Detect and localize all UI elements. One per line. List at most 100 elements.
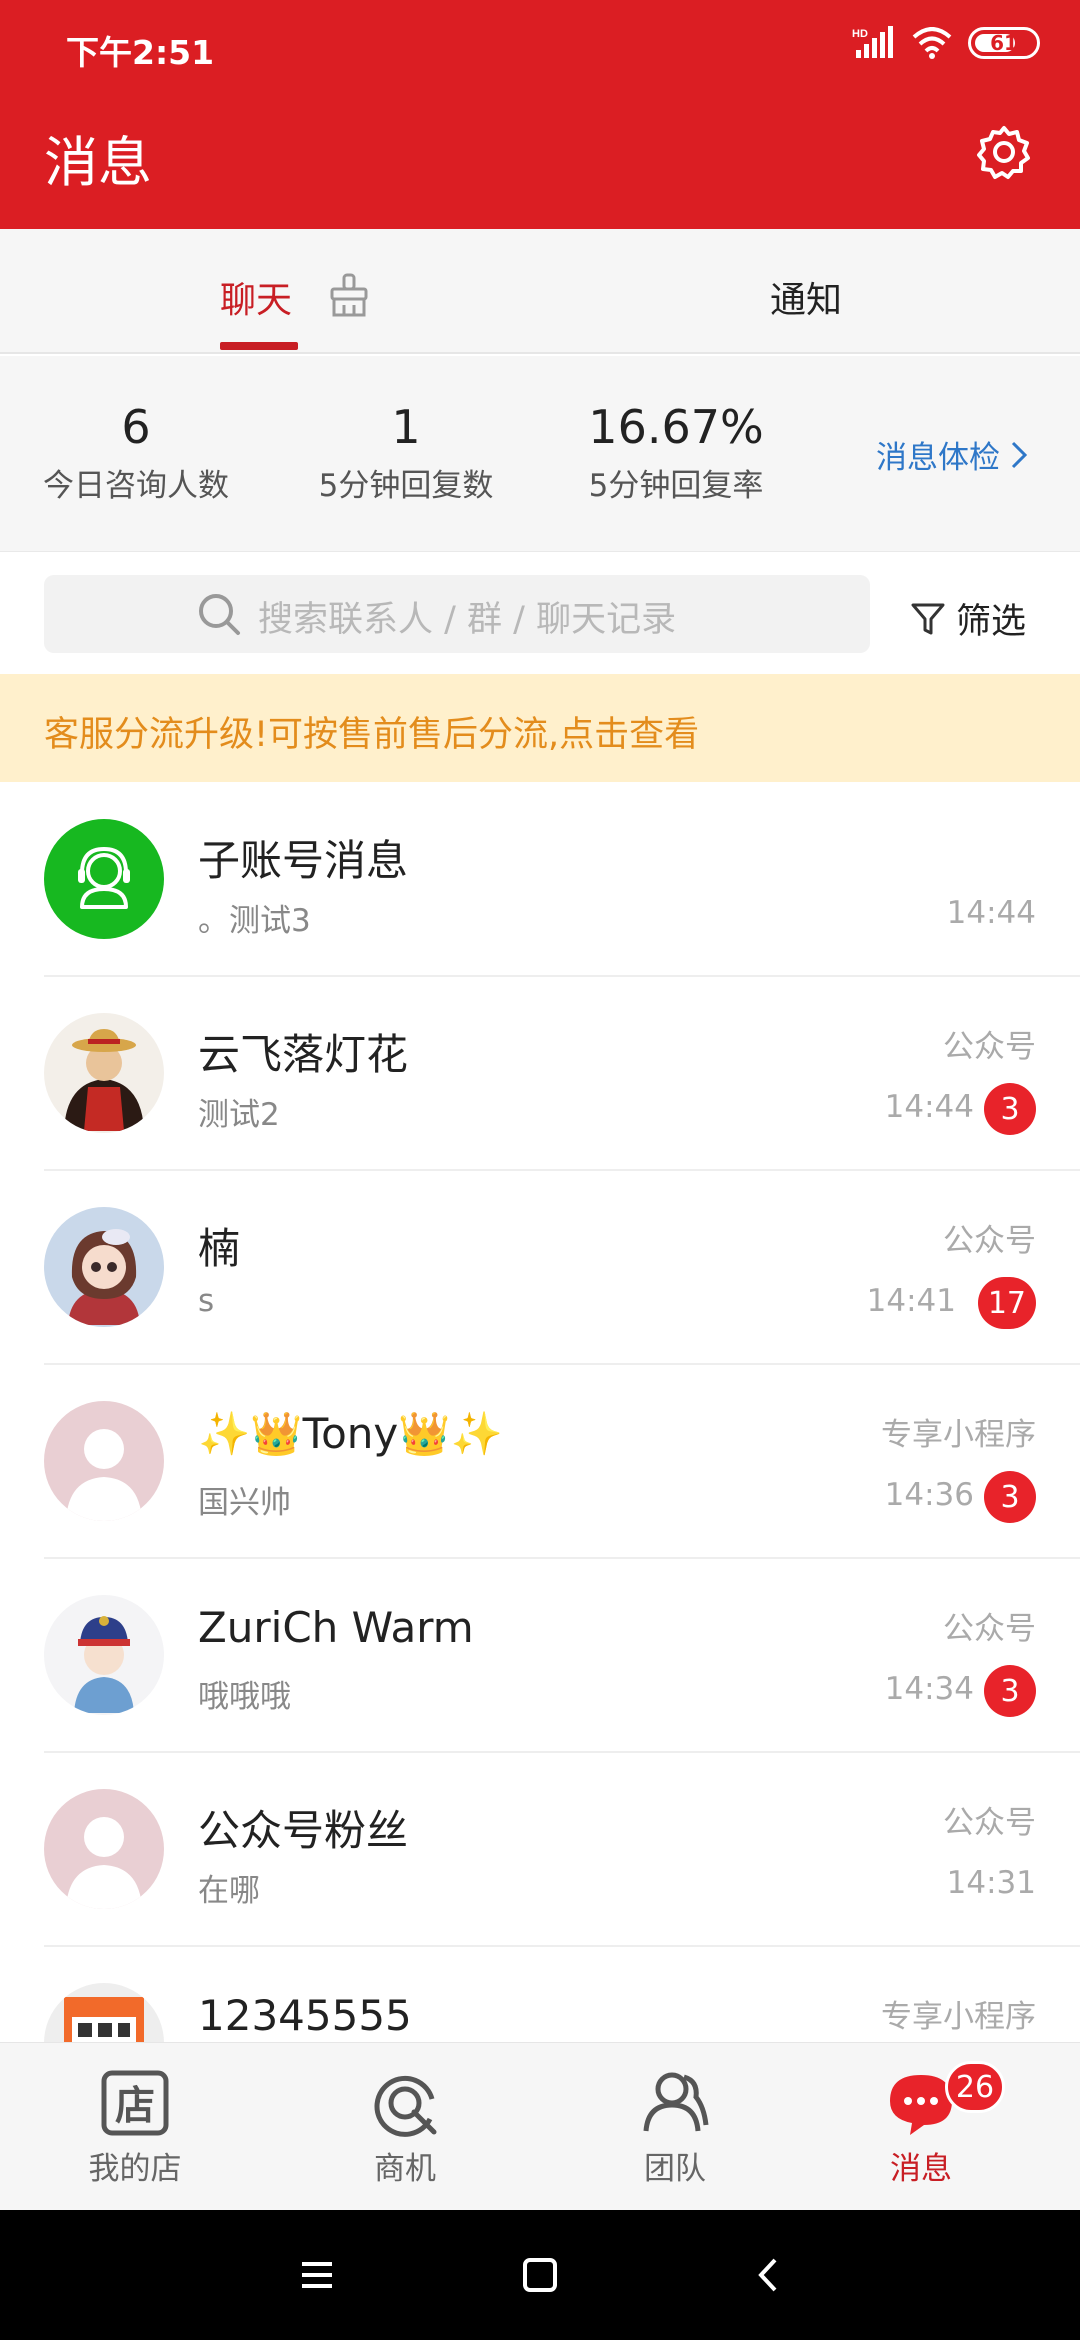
filter-icon — [911, 603, 945, 634]
team-icon — [643, 2072, 709, 2132]
nav-label: 我的店 — [88, 2151, 182, 2187]
conversation-name: ✨👑Tony👑✨ — [198, 1409, 503, 1458]
avatar — [44, 1013, 164, 1133]
unread-badge: 17 — [977, 1277, 1036, 1329]
search-input[interactable]: 搜索联系人 / 群 / 聊天记录 — [44, 575, 870, 653]
wifi-icon — [912, 27, 952, 59]
list-item[interactable]: 公众号粉丝 在哪 公众号 14:31 — [0, 1753, 1080, 1947]
source-tag: 公众号 — [943, 1029, 1036, 1065]
conversation-preview: 在哪 — [198, 1873, 260, 1909]
conversation-preview: 测试2 — [198, 1097, 280, 1133]
opportunity-icon — [374, 2075, 437, 2137]
source-tag: 专享小程序 — [881, 1417, 1036, 1453]
conversation-time: 14:31 — [946, 1865, 1036, 1901]
list-item[interactable]: 云飞落灯花 测试2 公众号 14:44 3 — [0, 977, 1080, 1171]
source-tag: 专享小程序 — [881, 1999, 1036, 2035]
list-item[interactable]: 楠 s 公众号 14:41 17 — [0, 1171, 1080, 1365]
conversation-time: 14:34 — [884, 1671, 974, 1707]
tab-active-indicator — [220, 342, 298, 350]
nav-label: 商机 — [374, 2151, 436, 2187]
checkup-label: 消息体检 — [876, 440, 1000, 476]
stat-label: 今日咨询人数 — [43, 468, 229, 504]
filter-button[interactable]: 筛选 — [910, 593, 1026, 644]
conversation-time: 14:36 — [884, 1477, 974, 1513]
conversation-time: 14:44 — [946, 895, 1036, 931]
avatar — [44, 819, 164, 939]
chevron-right-icon — [1011, 441, 1028, 468]
gear-icon[interactable] — [976, 124, 1032, 180]
search-placeholder: 搜索联系人 / 群 / 聊天记录 — [258, 600, 677, 640]
stat-value: 6 — [121, 400, 151, 454]
conversation-preview: 哦哦哦 — [198, 1679, 291, 1715]
promo-banner[interactable]: 客服分流升级!可按售前售后分流,点击查看 — [0, 674, 1080, 782]
search-row: 搜索联系人 / 群 / 聊天记录 筛选 — [0, 553, 1080, 673]
conversation-time: 14:44 — [884, 1089, 974, 1125]
broom-icon[interactable] — [328, 273, 370, 317]
unread-badge: 3 — [984, 1083, 1036, 1135]
banner-text: 客服分流升级!可按售前售后分流,点击查看 — [44, 715, 700, 755]
list-item[interactable]: ✨👑Tony👑✨ 国兴帅 专享小程序 14:36 3 — [0, 1365, 1080, 1559]
stat-value: 1 — [391, 400, 421, 454]
list-item[interactable]: ZuriCh Warm 哦哦哦 公众号 14:34 3 — [0, 1559, 1080, 1753]
conversation-time: 14:41 — [866, 1283, 956, 1319]
conversation-preview: s — [198, 1283, 215, 1319]
stat-reply-count: 1 5分钟回复数 — [306, 400, 506, 505]
customer-service-icon — [78, 846, 130, 909]
default-avatar-icon — [66, 1817, 142, 1909]
conversation-preview: 国兴帅 — [198, 1485, 291, 1521]
source-tag: 公众号 — [943, 1611, 1036, 1647]
svg-text:店: 店 — [115, 2083, 155, 2129]
tab-bar: 聊天 通知 — [0, 229, 1080, 354]
conversation-name: 云飞落灯花 — [198, 1030, 409, 1079]
avatar-image — [68, 1229, 140, 1325]
avatar — [44, 1789, 164, 1909]
avatar — [44, 1207, 164, 1327]
stat-consult-count: 6 今日咨询人数 — [36, 400, 236, 505]
conversation-name: ZuriCh Warm — [198, 1603, 474, 1652]
nav-label: 消息 — [890, 2151, 952, 2187]
conversation-name: 公众号粉丝 — [198, 1806, 409, 1855]
conversation-name: 12345555 — [198, 1991, 412, 2040]
conversation-name: 子账号消息 — [198, 836, 409, 885]
nav-unread-badge: 26 — [945, 2061, 1005, 2113]
filter-label: 筛选 — [956, 602, 1027, 642]
avatar-image — [64, 1029, 144, 1131]
bottom-nav: 店 我的店 商机 团队 消息 26 — [0, 2042, 1080, 2210]
signal-icon: HD — [852, 26, 893, 58]
page-title: 消息 — [44, 131, 152, 194]
tab-chat[interactable]: 聊天 — [220, 271, 292, 323]
conversation-name: 楠 — [198, 1224, 241, 1273]
battery-icon: 61 — [968, 27, 1040, 59]
unread-badge: 3 — [984, 1665, 1036, 1717]
avatar-image — [74, 1616, 134, 1713]
stat-reply-rate: 16.67% 5分钟回复率 — [576, 400, 776, 505]
store-icon: 店 — [101, 2070, 169, 2136]
nav-item-opportunity[interactable]: 商机 — [325, 2069, 485, 2188]
nav-item-team[interactable]: 团队 — [595, 2069, 755, 2188]
home-icon[interactable] — [515, 2250, 565, 2300]
stat-label: 5分钟回复率 — [588, 468, 764, 504]
hd-label: HD — [852, 28, 868, 40]
unread-badge: 3 — [984, 1471, 1036, 1523]
tab-notice[interactable]: 通知 — [770, 271, 842, 323]
list-item[interactable]: 子账号消息 。测试3 14:44 — [0, 783, 1080, 977]
source-tag: 公众号 — [943, 1223, 1036, 1259]
menu-icon[interactable] — [292, 2250, 342, 2300]
status-icons: HD 61 — [852, 26, 1040, 60]
system-nav-bar — [0, 2210, 1080, 2340]
conversation-list: 子账号消息 。测试3 14:44 云飞落灯花 测试2 公众号 14:44 3 楠… — [0, 783, 1080, 2141]
stat-value: 16.67% — [588, 400, 764, 454]
nav-item-message[interactable]: 消息 26 — [841, 2061, 1005, 2188]
status-time: 下午2:51 — [66, 33, 215, 72]
source-tag: 公众号 — [943, 1805, 1036, 1841]
nav-item-store[interactable]: 店 我的店 — [55, 2069, 215, 2188]
default-avatar-icon — [66, 1429, 142, 1521]
battery-level: 61 — [990, 31, 1018, 55]
conversation-preview: 。测试3 — [198, 903, 311, 939]
nav-label: 团队 — [644, 2151, 706, 2187]
search-icon — [199, 594, 240, 635]
message-checkup-link[interactable]: 消息体检 — [876, 432, 1028, 477]
stats-panel: 6 今日咨询人数 1 5分钟回复数 16.67% 5分钟回复率 消息体检 — [0, 356, 1080, 552]
back-icon[interactable] — [743, 2250, 793, 2300]
avatar — [44, 1595, 164, 1715]
